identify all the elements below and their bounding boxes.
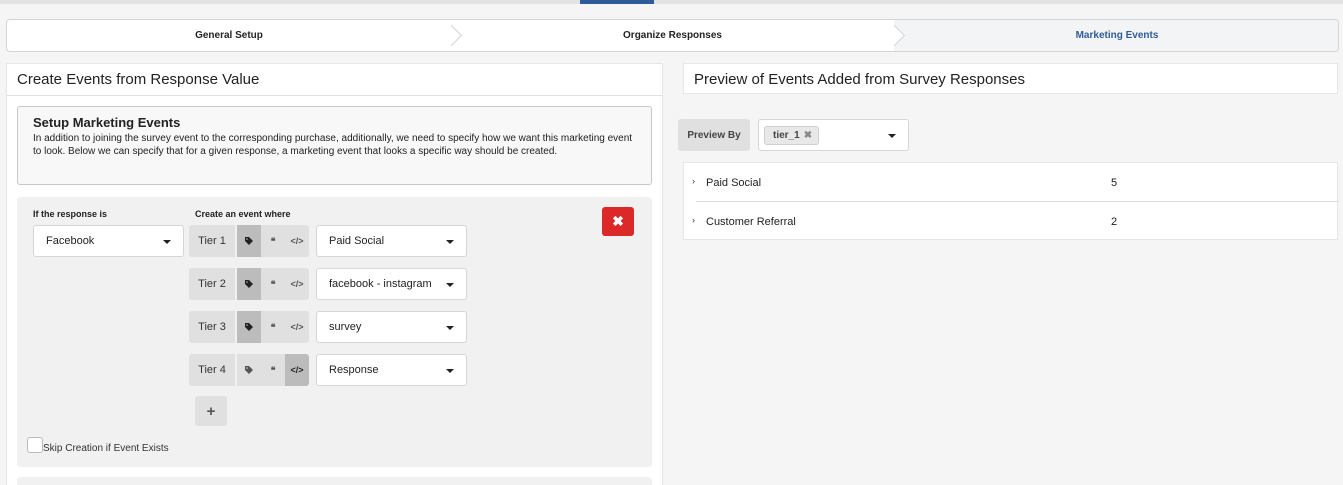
panel-title: Create Events from Response Value [17, 71, 260, 88]
chevron-right-icon[interactable]: › [692, 176, 695, 186]
event-rule-card-next [17, 477, 652, 485]
tag-icon[interactable] [237, 225, 261, 257]
tag-icon[interactable] [237, 268, 261, 300]
step-label: Marketing Events [1075, 30, 1159, 41]
response-value: Facebook [46, 235, 95, 247]
row-name: Paid Social [706, 177, 762, 189]
step-label: General Setup [195, 30, 263, 41]
delete-rule-button[interactable]: ✖ [602, 207, 634, 236]
response-select[interactable]: Facebook [33, 225, 184, 257]
tier-label: Tier 4 [189, 354, 235, 386]
preview-panel-header: Preview of Events Added from Survey Resp… [683, 63, 1338, 94]
setup-description: In addition to joining the survey event … [33, 133, 633, 157]
step-general-setup[interactable]: General Setup [7, 20, 463, 51]
skip-creation-checkbox[interactable] [27, 437, 43, 453]
setup-title: Setup Marketing Events [33, 115, 181, 130]
table-row[interactable]: › Paid Social 5 [684, 163, 1339, 202]
quote-icon[interactable]: ❝ [261, 225, 285, 257]
chevron-right-icon[interactable]: › [692, 215, 695, 225]
quote-icon[interactable]: ❝ [261, 311, 285, 343]
chip-label: tier_1 [773, 130, 800, 141]
tier-row-2: Tier 2 ❝ </> [189, 268, 309, 300]
add-tier-button[interactable]: + [195, 396, 227, 426]
chevron-down-icon [888, 134, 896, 138]
preview-by-label: Preview By [678, 119, 750, 151]
preview-table: › Paid Social 5 › Customer Referral 2 [683, 162, 1339, 241]
chevron-down-icon [446, 283, 454, 287]
top-progress-accent [580, 0, 654, 4]
chevron-down-icon [446, 240, 454, 244]
tier-1-select[interactable]: Paid Social [316, 225, 467, 257]
event-label: Create an event where [195, 209, 291, 219]
tier-row-1: Tier 1 ❝ </> [189, 225, 309, 257]
tier-3-select[interactable]: survey [316, 311, 467, 343]
row-count: 2 [1111, 216, 1118, 228]
tier-chip[interactable]: tier_1 ✖ [764, 126, 820, 145]
tier-label: Tier 2 [189, 268, 235, 300]
code-icon[interactable]: </> [285, 354, 309, 386]
close-icon: ✖ [612, 213, 624, 229]
tier-value: Response [329, 364, 379, 376]
tier-label: Tier 3 [189, 311, 235, 343]
code-icon[interactable]: </> [285, 268, 309, 300]
top-progress-line [0, 0, 1343, 4]
quote-icon[interactable]: ❝ [261, 268, 285, 300]
step-organize-responses[interactable]: Organize Responses [451, 20, 906, 51]
code-icon[interactable]: </> [285, 311, 309, 343]
tier-row-3: Tier 3 ❝ </> [189, 311, 309, 343]
row-name: Customer Referral [706, 216, 796, 228]
step-marketing-events[interactable]: Marketing Events [894, 20, 1338, 51]
tier-4-select[interactable]: Response [316, 354, 467, 386]
tier-value: Paid Social [329, 235, 385, 247]
tier-label: Tier 1 [189, 225, 235, 257]
step-label: Organize Responses [623, 30, 722, 41]
tier-value: survey [329, 321, 362, 333]
chevron-down-icon [163, 240, 171, 244]
chevron-down-icon [446, 369, 454, 373]
divider [7, 95, 662, 96]
preview-title: Preview of Events Added from Survey Resp… [694, 71, 1025, 88]
quote-icon[interactable]: ❝ [261, 354, 285, 386]
skip-creation-label: Skip Creation if Event Exists [43, 443, 169, 454]
preview-by-select[interactable]: tier_1 ✖ [758, 119, 909, 151]
tag-icon[interactable] [237, 354, 261, 386]
step-tabs: General Setup Organize Responses Marketi… [6, 19, 1339, 52]
table-row[interactable]: › Customer Referral 2 [684, 202, 1339, 241]
response-label: If the response is [33, 209, 108, 219]
chevron-down-icon [446, 326, 454, 330]
tier-row-4: Tier 4 ❝ </> [189, 354, 309, 386]
code-icon[interactable]: </> [285, 225, 309, 257]
plus-icon: + [206, 402, 216, 420]
remove-chip-icon[interactable]: ✖ [804, 130, 812, 141]
tier-value: facebook - instagram [329, 278, 432, 290]
row-count: 5 [1111, 177, 1118, 189]
tier-2-select[interactable]: facebook - instagram [316, 268, 467, 300]
setup-info-box: Setup Marketing Events In addition to jo… [17, 106, 652, 185]
tag-icon[interactable] [237, 311, 261, 343]
